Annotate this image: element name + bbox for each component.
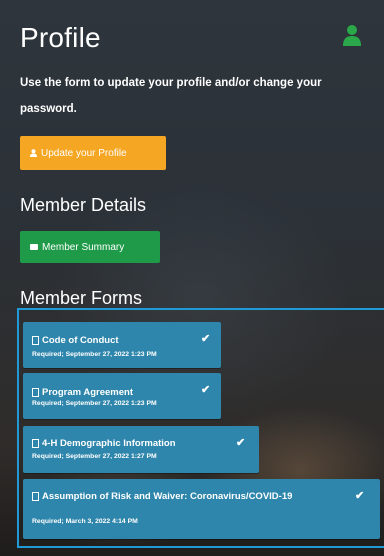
- form-title: Code of Conduct: [42, 335, 119, 346]
- form-card-code-of-conduct[interactable]: Code of Conduct Required; September 27, …: [23, 322, 221, 368]
- form-title: Assumption of Risk and Waiver: Coronavir…: [42, 491, 293, 502]
- intro-text: Use the form to update your profile and/…: [20, 77, 322, 115]
- update-profile-button[interactable]: Update your Profile: [20, 136, 166, 170]
- document-icon: [32, 336, 39, 345]
- checkmark-icon: ✔: [355, 490, 365, 502]
- form-title: 4-H Demographic Information: [42, 438, 176, 449]
- form-card-demographic-information[interactable]: 4-H Demographic Information Required; Se…: [23, 426, 259, 473]
- form-status: Required; September 27, 2022 1:27 PM: [32, 453, 157, 460]
- document-icon: [32, 388, 39, 397]
- form-title: Program Agreement: [42, 387, 133, 398]
- document-icon: [32, 492, 39, 501]
- form-card-program-agreement[interactable]: Program Agreement Required; September 27…: [23, 373, 221, 419]
- user-icon: [30, 149, 37, 157]
- form-status: Required; September 27, 2022 1:23 PM: [32, 351, 157, 358]
- member-details-heading: Member Details: [20, 195, 147, 215]
- page-title: Profile: [20, 22, 101, 53]
- user-icon: [343, 25, 361, 46]
- form-status: Required; March 3, 2022 4:14 PM: [32, 518, 138, 525]
- checkmark-icon: ✔: [236, 437, 246, 449]
- checkmark-icon: ✔: [201, 384, 211, 396]
- document-icon: [32, 439, 39, 448]
- member-summary-button[interactable]: Member Summary: [20, 231, 160, 263]
- form-status: Required; September 27, 2022 1:23 PM: [32, 400, 157, 407]
- member-summary-label: Member Summary: [42, 241, 125, 253]
- card-icon: [30, 244, 38, 250]
- checkmark-icon: ✔: [201, 333, 211, 345]
- member-forms-heading: Member Forms: [20, 288, 143, 308]
- update-profile-label: Update your Profile: [41, 147, 127, 159]
- form-card-assumption-of-risk[interactable]: Assumption of Risk and Waiver: Coronavir…: [23, 479, 380, 539]
